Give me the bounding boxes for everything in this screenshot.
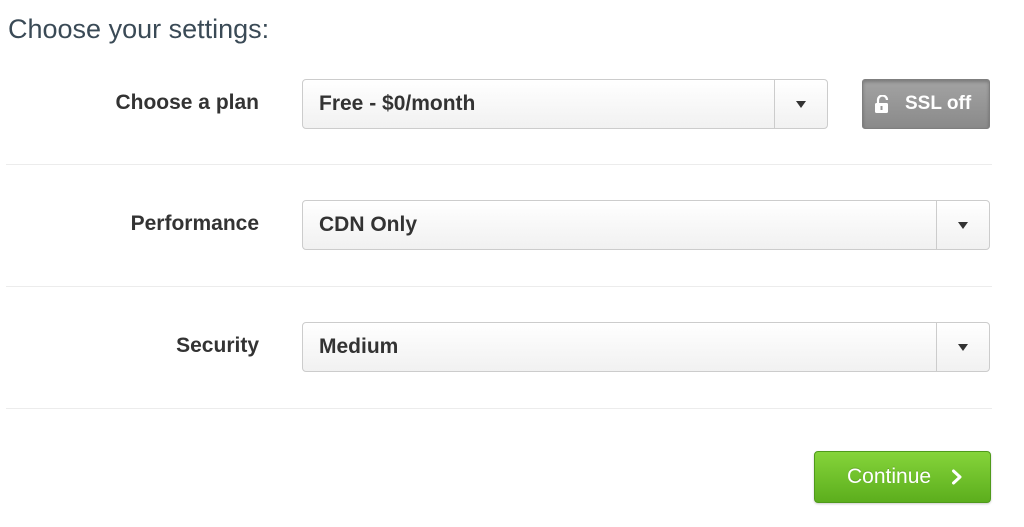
continue-button[interactable]: Continue	[814, 451, 991, 503]
dropdown-arrow-icon	[958, 344, 968, 351]
page-title: Choose your settings:	[8, 14, 270, 44]
security-select-toggle[interactable]	[936, 323, 989, 371]
security-select[interactable]: Medium	[302, 322, 990, 372]
plan-select[interactable]: Free - $0/month	[302, 79, 828, 129]
divider	[6, 408, 992, 409]
performance-label: Performance	[130, 212, 259, 235]
plan-select-toggle[interactable]	[774, 80, 827, 128]
chevron-right-icon	[952, 469, 962, 485]
ssl-toggle-label: SSL off	[905, 93, 972, 114]
performance-select-value: CDN Only	[319, 213, 418, 236]
security-select-value: Medium	[319, 335, 399, 358]
divider	[6, 164, 992, 165]
settings-page: Choose your settings: Choose a plan Free…	[0, 0, 1024, 527]
dropdown-arrow-icon	[958, 222, 968, 229]
continue-button-label: Continue	[847, 465, 932, 488]
ssl-toggle-button[interactable]: SSL off	[862, 79, 990, 129]
plan-select-value: Free - $0/month	[319, 92, 476, 115]
performance-select[interactable]: CDN Only	[302, 200, 990, 250]
unlocked-padlock-icon	[875, 95, 889, 113]
performance-select-toggle[interactable]	[936, 201, 989, 249]
security-label: Security	[176, 334, 259, 357]
dropdown-arrow-icon	[796, 101, 806, 108]
divider	[6, 286, 992, 287]
plan-label: Choose a plan	[115, 91, 259, 114]
